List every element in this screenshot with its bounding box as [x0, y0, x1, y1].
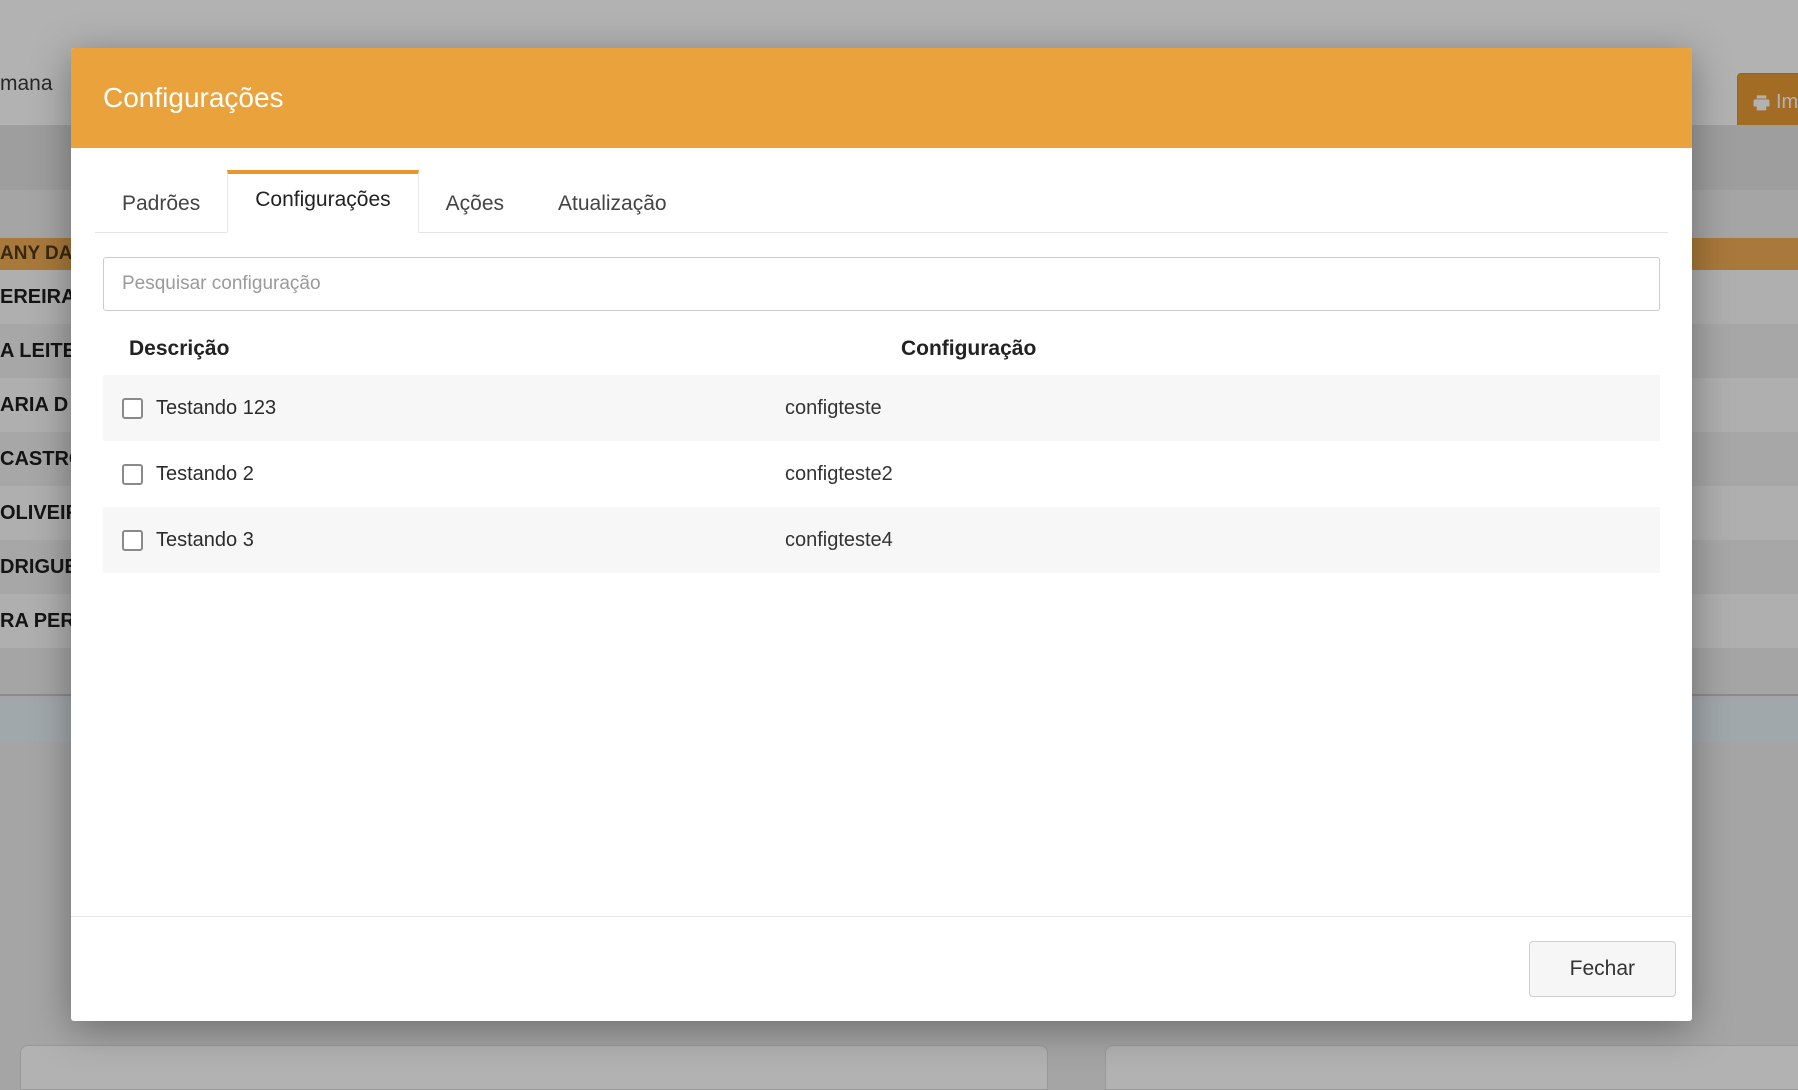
row-config: configteste4	[785, 529, 1660, 552]
tab-acoes[interactable]: Ações	[419, 170, 531, 232]
row-config: configteste	[785, 397, 1660, 420]
modal-header: Configurações	[71, 48, 1692, 148]
row-config: configteste2	[785, 463, 1660, 486]
close-button[interactable]: Fechar	[1529, 941, 1676, 997]
settings-modal: Configurações Padrões Configurações Açõe…	[71, 48, 1692, 1021]
description-cell: Testando 123	[103, 397, 785, 420]
tab-configuracoes[interactable]: Configurações	[227, 170, 418, 233]
table-row: Testando 2 configteste2	[103, 441, 1660, 507]
row-checkbox[interactable]	[122, 398, 143, 419]
modal-title: Configurações	[103, 82, 284, 114]
tab-padroes[interactable]: Padrões	[95, 170, 227, 232]
table-row: Testando 123 configteste	[103, 375, 1660, 441]
row-checkbox[interactable]	[122, 530, 143, 551]
table-row: Testando 3 configteste4	[103, 507, 1660, 573]
modal-body: Descrição Configuração Testando 123 conf…	[71, 233, 1692, 916]
table-header-row: Descrição Configuração	[103, 319, 1660, 375]
row-description: Testando 3	[156, 529, 254, 552]
row-description: Testando 2	[156, 463, 254, 486]
modal-footer: Fechar	[71, 916, 1692, 1021]
column-header-configuracao: Configuração	[785, 337, 1660, 361]
column-header-descricao: Descrição	[103, 337, 785, 361]
row-description: Testando 123	[156, 397, 276, 420]
tab-bar: Padrões Configurações Ações Atualização	[95, 170, 1668, 233]
description-cell: Testando 3	[103, 529, 785, 552]
search-input[interactable]	[103, 257, 1660, 311]
description-cell: Testando 2	[103, 463, 785, 486]
row-checkbox[interactable]	[122, 464, 143, 485]
tab-atualizacao[interactable]: Atualização	[531, 170, 694, 232]
